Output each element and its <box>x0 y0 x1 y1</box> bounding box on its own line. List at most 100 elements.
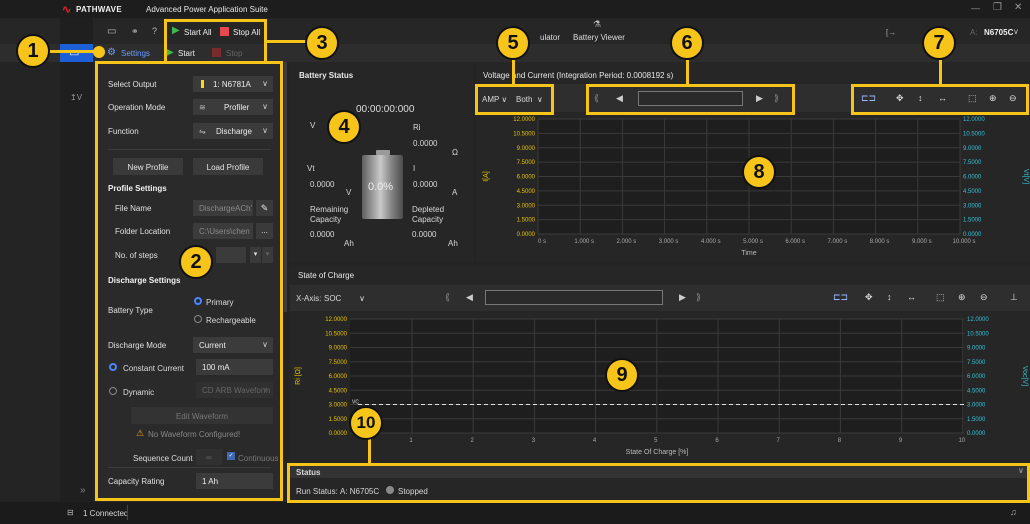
depleted-unit: Ah <box>448 239 458 248</box>
y2-tick-label: 3.0000 <box>963 203 982 209</box>
instrument-selector[interactable]: N6705C <box>984 28 1013 37</box>
callout-box-6 <box>586 84 795 115</box>
battery-status-panel: Battery Status 00:00:00:000 V Ri 0.0000 … <box>290 62 474 262</box>
skip-back-icon[interactable]: ⟪ <box>445 292 450 303</box>
v-label: V <box>310 121 316 130</box>
callout-5: 5 <box>496 26 530 60</box>
i-value: 0.0000 <box>413 180 438 189</box>
callout-7: 7 <box>922 26 956 60</box>
x-axis-label: Time <box>741 250 756 257</box>
remaining-label: Remaining Capacity <box>310 205 349 224</box>
ri-unit: Ω <box>452 148 458 157</box>
tab-emulator[interactable]: ulator <box>540 33 560 42</box>
y2-tick-label: 6.0000 <box>963 175 982 181</box>
soc-chart-plot: 12.0000 10.5000 9.0000 7.5000 6.0000 4.5000 3.… <box>295 317 1028 456</box>
horizontal-zoom-icon[interactable]: ↔ <box>907 292 916 302</box>
y2-tick-label: 12.0000 <box>963 117 985 123</box>
y2-tick-label: 10.5000 <box>967 331 989 337</box>
voltage-icon[interactable]: ↥V <box>70 93 82 102</box>
callout-line-1 <box>50 50 98 53</box>
y-tick-label: 10.5000 <box>513 131 535 137</box>
callout-2: 2 <box>179 245 213 279</box>
notification-bell-icon[interactable]: ♫ <box>1010 507 1017 517</box>
keysight-logo-icon: ∿ <box>62 4 72 16</box>
title-bar: ∿ PATHWAVE Advanced Power Application Su… <box>0 0 1030 18</box>
y-tick-label: 4.5000 <box>517 189 536 195</box>
y-tick-label: 3.0000 <box>329 403 348 409</box>
y2-tick-label: 6.0000 <box>967 374 986 380</box>
y2-tick-label: 3.0000 <box>967 403 986 409</box>
y2-tick-label: 7.5000 <box>963 160 982 166</box>
xaxis-label: X-Axis: <box>296 294 322 303</box>
step-forward-icon[interactable]: ▶ <box>679 292 686 303</box>
minimize-icon[interactable]: — <box>971 3 980 13</box>
battery-status-title: Battery Status <box>299 71 354 80</box>
nav-battery-tab[interactable]: ▭ <box>60 44 93 62</box>
x-tick-label: 9.000 s <box>912 239 932 245</box>
help-icon[interactable]: ? <box>152 26 157 36</box>
x-tick-label: 6 <box>715 438 719 444</box>
expand-icon[interactable]: » <box>80 485 86 496</box>
y-axis-label: I[A] <box>483 171 490 182</box>
y2-tick-label: 7.5000 <box>967 360 986 366</box>
zoom-box-icon[interactable]: ⬚ <box>936 292 945 303</box>
callout-box-3 <box>164 19 267 64</box>
close-icon[interactable]: ✕ <box>1014 2 1022 13</box>
skip-forward-icon[interactable]: ⟫ <box>696 292 701 303</box>
zoom-in-icon[interactable]: ⊕ <box>958 292 966 303</box>
vertical-zoom-icon[interactable]: ↕ <box>887 292 892 302</box>
vt-unit: V <box>346 188 352 197</box>
left-nav: ▭ ↥V » <box>60 18 93 502</box>
callout-8: 8 <box>742 155 776 189</box>
callout-3: 3 <box>305 26 339 60</box>
soc-scrub-input[interactable] <box>485 290 663 305</box>
instrument-prefix: A: <box>970 28 978 37</box>
connect-icon[interactable]: [→ <box>886 28 896 37</box>
settings-tab[interactable]: Settings <box>121 49 150 58</box>
callout-line-10 <box>368 437 371 465</box>
bottom-status-bar: ⊟ 1 Connected ♫ <box>0 502 1030 524</box>
settings-gear-icon[interactable]: ⚙ <box>107 47 116 58</box>
y-tick-label: 12.0000 <box>325 317 347 323</box>
y2-tick-label: 9.0000 <box>967 346 986 352</box>
tab-battery-viewer[interactable]: Battery Viewer <box>573 33 625 42</box>
pan-icon[interactable]: ✥ <box>865 292 873 303</box>
folder-icon[interactable]: ▭ <box>107 26 116 37</box>
callout-box-5 <box>475 84 554 115</box>
x-tick-label: 0 s <box>538 239 546 245</box>
callout-9: 9 <box>605 358 639 392</box>
panel-scrollbar[interactable] <box>284 62 287 312</box>
axis-settings-icon[interactable]: ⊥ <box>1010 292 1018 303</box>
step-back-icon[interactable]: ◀ <box>466 292 473 303</box>
xaxis-dropdown[interactable]: SOC ∨ <box>324 294 365 303</box>
depleted-value: 0.0000 <box>412 230 437 239</box>
battery-percent: 0.0% <box>368 181 394 193</box>
x-tick-label: 5 <box>654 438 658 444</box>
fit-icon[interactable]: ⊏⊐ <box>833 292 848 303</box>
y2-tick-label: 12.0000 <box>967 317 989 323</box>
y-tick-label: 7.5000 <box>329 360 348 366</box>
callout-4: 4 <box>327 110 361 144</box>
callout-10: 10 <box>349 406 383 440</box>
link-icon[interactable]: ⚭ <box>131 26 139 37</box>
x-axis-label: State Of Charge [%] <box>626 449 689 456</box>
soc-toolbar: X-Axis: SOC ∨ ⟪ ◀ ▶ ⟫ ⊏⊐ ✥ ↕ ↔ ⬚ ⊕ ⊖ ⊥ <box>290 285 1030 311</box>
y-tick-label: 1.5000 <box>329 417 348 423</box>
callout-line-6 <box>686 60 689 86</box>
restore-icon[interactable]: ❐ <box>993 2 1002 13</box>
remaining-value: 0.0000 <box>310 230 335 239</box>
remaining-unit: Ah <box>344 239 354 248</box>
x-tick-label: 3 <box>532 438 536 444</box>
chevron-down-icon[interactable]: ∨ <box>1013 27 1019 36</box>
i-unit: A <box>452 188 458 197</box>
x-tick-label: 10.000 s <box>952 239 975 245</box>
y2-tick-label: 4.5000 <box>967 388 986 394</box>
zoom-out-icon[interactable]: ⊖ <box>980 292 988 303</box>
x-tick-label: 4 <box>593 438 597 444</box>
xaxis-value: SOC <box>324 294 342 303</box>
depleted-label: Depleted Capacity <box>412 205 445 224</box>
app-title: Advanced Power Application Suite <box>146 5 268 14</box>
x-tick-label: 1 <box>409 438 413 444</box>
i-label: I <box>413 164 416 173</box>
connection-icon[interactable]: ⊟ <box>67 508 74 517</box>
